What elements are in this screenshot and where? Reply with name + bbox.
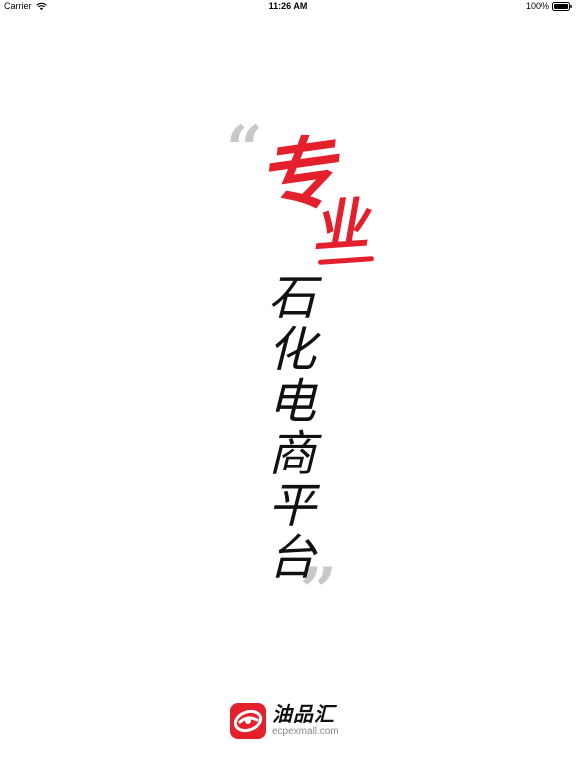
- close-quote-mark: ”: [300, 554, 337, 629]
- slogan-black-column: 石 化 电 商 平 台: [262, 272, 322, 584]
- splash-screen: Carrier 11:26 AM 100% “ 专 业 石 化 电 商 平 台 …: [0, 0, 576, 768]
- brand-url: ecpexmall.com: [272, 726, 339, 737]
- slogan-red-char-2: 业: [309, 191, 371, 261]
- slogan-black-char-5: 平: [267, 478, 316, 534]
- slogan-black-char-1: 石: [267, 270, 316, 326]
- slogan-black-char-2: 化: [267, 322, 316, 378]
- brand-logo: 油品汇 ecpexmall.com: [230, 703, 339, 739]
- slogan-black-char-3: 电: [267, 374, 316, 430]
- brand-name: 油品汇: [272, 704, 335, 726]
- slogan-black-char-4: 商: [267, 426, 316, 482]
- slogan: “ 专 业 石 化 电 商 平 台 ”: [0, 0, 576, 768]
- logo-mark-icon: [230, 703, 266, 739]
- logo-text: 油品汇 ecpexmall.com: [272, 704, 339, 738]
